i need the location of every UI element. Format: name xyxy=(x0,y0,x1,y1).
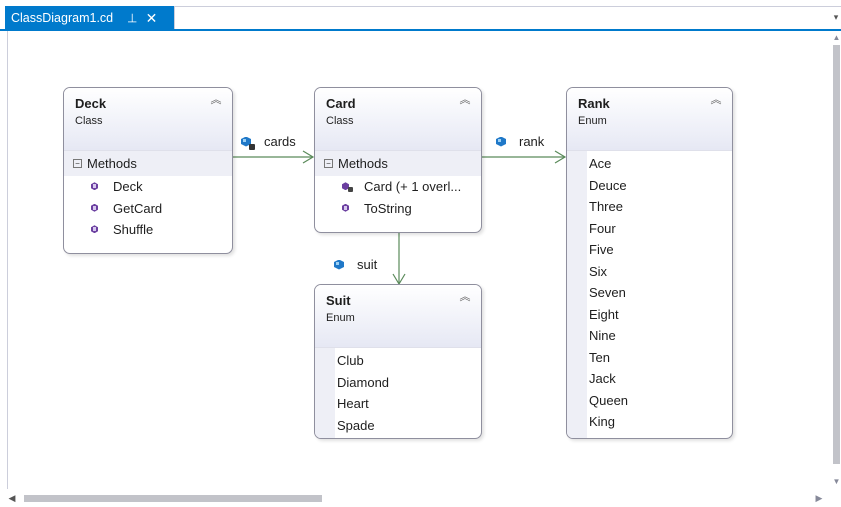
enum-name: Suit xyxy=(326,293,351,308)
scroll-left-icon[interactable]: ◀ xyxy=(6,492,18,504)
enum-values: Club Diamond Heart Spade xyxy=(315,347,481,438)
horizontal-scrollbar[interactable]: ◀ ▶ xyxy=(0,489,841,507)
enum-value[interactable]: Nine xyxy=(567,325,732,347)
scroll-down-icon[interactable]: ▼ xyxy=(832,477,841,487)
collapse-chevron-icon[interactable]: ︽ xyxy=(459,291,471,303)
methods-section-header[interactable]: − Methods xyxy=(64,150,232,176)
close-icon[interactable]: ✕ xyxy=(146,11,158,25)
card-header: Card Class ︽ xyxy=(315,88,481,150)
suit-association-label[interactable]: suit xyxy=(333,257,377,272)
field-icon xyxy=(495,136,507,148)
enum-value[interactable]: Heart xyxy=(315,393,481,415)
tab-overflow-chevron-icon[interactable]: ▾ xyxy=(831,10,841,24)
method-item[interactable]: ToString xyxy=(315,198,481,220)
association-name: suit xyxy=(357,257,378,272)
method-label: Shuffle xyxy=(113,222,154,238)
suit-enum-shape[interactable]: Suit Enum ︽ Club Diamond Heart Spade xyxy=(314,284,482,439)
suit-header: Suit Enum ︽ xyxy=(315,285,481,347)
tab-classdiagram1[interactable]: ClassDiagram1.cd ⊣ ✕ xyxy=(5,6,174,29)
method-icon xyxy=(341,204,350,213)
enum-kind: Enum xyxy=(326,312,355,324)
pin-icon[interactable]: ⊣ xyxy=(125,12,139,22)
field-icon xyxy=(333,259,345,271)
tab-title: ClassDiagram1.cd xyxy=(11,10,114,25)
deck-header: Deck Class ︽ xyxy=(64,88,232,150)
horizontal-scroll-thumb[interactable] xyxy=(24,495,322,502)
method-label: Deck xyxy=(113,179,143,195)
collapse-chevron-icon[interactable]: ︽ xyxy=(210,94,222,106)
cards-association-label[interactable]: cards xyxy=(240,134,296,150)
collapse-section-icon[interactable]: − xyxy=(324,159,333,168)
method-icon xyxy=(90,225,99,234)
enum-value[interactable]: Three xyxy=(567,196,732,218)
enum-value[interactable]: Spade xyxy=(315,415,481,437)
enum-value[interactable]: Four xyxy=(567,218,732,240)
scroll-right-icon[interactable]: ▶ xyxy=(813,492,825,504)
enum-name: Rank xyxy=(578,96,610,111)
rank-header: Rank Enum ︽ xyxy=(567,88,732,150)
class-name: Deck xyxy=(75,96,107,111)
enum-value[interactable]: Six xyxy=(567,261,732,283)
private-field-icon xyxy=(240,136,255,150)
method-item[interactable]: GetCard xyxy=(64,198,232,220)
enum-value[interactable]: Deuce xyxy=(567,175,732,197)
deck-class-shape[interactable]: Deck Class ︽ − Methods Deck GetCard Shuf… xyxy=(63,87,233,254)
enum-value[interactable]: Jack xyxy=(567,368,732,390)
method-label: ToString xyxy=(364,200,412,216)
collapse-chevron-icon[interactable]: ︽ xyxy=(710,94,722,106)
lock-icon xyxy=(249,143,255,150)
card-class-shape[interactable]: Card Class ︽ − Methods Card (+ 1 overl..… xyxy=(314,87,482,233)
collapse-chevron-icon[interactable]: ︽ xyxy=(459,94,471,106)
class-kind: Class xyxy=(75,115,103,127)
rank-association-label[interactable]: rank xyxy=(495,134,544,149)
scroll-up-icon[interactable]: ▲ xyxy=(832,33,841,43)
method-item[interactable]: Card (+ 1 overl... xyxy=(315,176,481,198)
document-tab-strip: ClassDiagram1.cd ⊣ ✕ ▾ xyxy=(0,0,841,31)
vertical-scrollbar[interactable]: ▲ ▼ xyxy=(832,31,841,489)
enum-value[interactable]: Club xyxy=(315,350,481,372)
enum-value[interactable]: Seven xyxy=(567,282,732,304)
method-icon xyxy=(90,204,99,213)
enum-value[interactable]: Diamond xyxy=(315,372,481,394)
vertical-scroll-thumb[interactable] xyxy=(833,45,840,464)
tab-strip-border xyxy=(174,6,841,29)
enum-values: Ace Deuce Three Four Five Six Seven Eigh… xyxy=(567,150,732,438)
method-item[interactable]: Deck xyxy=(64,176,232,198)
enum-value[interactable]: Ace xyxy=(567,153,732,175)
rank-enum-shape[interactable]: Rank Enum ︽ Ace Deuce Three Four Five Si… xyxy=(566,87,733,439)
enum-kind: Enum xyxy=(578,115,607,127)
association-name: cards xyxy=(264,134,296,149)
enum-value[interactable]: Eight xyxy=(567,304,732,326)
private-method-icon xyxy=(341,182,353,193)
enum-value[interactable]: Ten xyxy=(567,347,732,369)
method-icon xyxy=(90,182,99,191)
method-label: GetCard xyxy=(113,200,163,216)
section-label: Methods xyxy=(87,156,137,171)
class-name: Card xyxy=(326,96,356,111)
association-name: rank xyxy=(519,134,545,149)
methods-section-header[interactable]: − Methods xyxy=(315,150,481,176)
section-label: Methods xyxy=(338,156,388,171)
collapse-section-icon[interactable]: − xyxy=(73,159,82,168)
method-label: Card (+ 1 overl... xyxy=(364,179,462,195)
enum-value[interactable]: Five xyxy=(567,239,732,261)
enum-value[interactable]: Queen xyxy=(567,390,732,412)
class-kind: Class xyxy=(326,115,354,127)
enum-value[interactable]: King xyxy=(567,411,732,433)
method-item[interactable]: Shuffle xyxy=(64,219,232,241)
